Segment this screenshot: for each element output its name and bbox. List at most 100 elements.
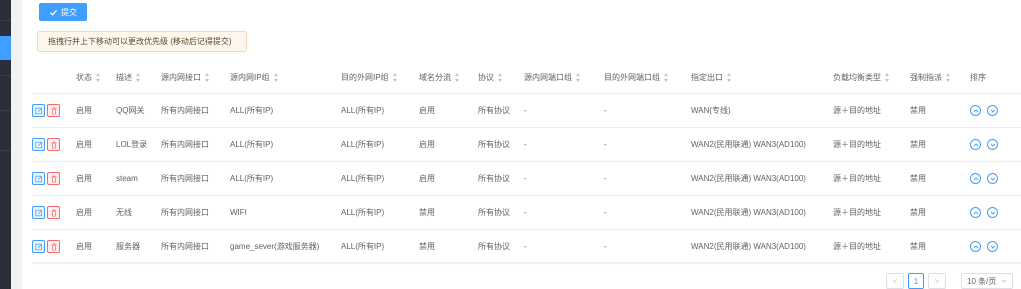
sort-icon[interactable] [946,72,951,82]
table-row[interactable]: 启用 steam 所有内网接口 ALL(所有IP) ALL(所有IP) 启用 所… [32,161,1021,196]
header-src-iface[interactable]: 源内网接口 [161,61,230,94]
edit-button[interactable] [32,172,45,185]
submit-button[interactable]: 提交 [39,3,87,21]
header-desc[interactable]: 描述 [116,61,161,94]
header-label: 强制指派 [910,72,942,82]
cell-src-ip: ALL(所有IP) [230,93,341,128]
prev-page-button[interactable]: < [886,273,904,289]
header-label: 源内网端口组 [524,72,572,82]
header-dst-port[interactable]: 目的外网端口组 [604,61,691,94]
cell-protocol: 所有协议 [478,229,524,264]
sort-icon[interactable] [136,72,141,82]
arrow-up-icon [973,210,978,214]
table-row[interactable]: 启用 QQ网关 所有内网接口 ALL(所有IP) ALL(所有IP) 启用 所有… [32,93,1021,128]
delete-button[interactable] [47,240,60,253]
arrow-up-icon [973,176,978,180]
sort-icon[interactable] [392,72,398,82]
cell-desc: LOL登录 [116,127,161,162]
sidebar-divider [0,110,11,111]
delete-button[interactable] [47,104,60,117]
header-dst-ip[interactable]: 目的外网IP组 [341,61,419,94]
sort-icon[interactable] [498,72,503,82]
cell-status: 启用 [76,195,116,230]
table-row[interactable]: 启用 无线 所有内网接口 WIFI ALL(所有IP) 禁用 所有协议 - - … [32,195,1021,230]
header-status[interactable]: 状态 [76,61,116,94]
sort-icon[interactable] [885,72,890,82]
edit-button[interactable] [32,104,45,117]
cell-desc: 无线 [116,195,161,230]
cell-dst-port: - [604,229,691,264]
move-up-button[interactable] [970,241,981,252]
cell-dst-ip: ALL(所有IP) [341,229,419,264]
cell-dst-ip: ALL(所有IP) [341,195,419,230]
edit-button[interactable] [32,138,45,151]
sort-icon[interactable] [664,72,669,82]
cell-force: 禁用 [910,229,970,264]
move-down-button[interactable] [987,207,998,218]
move-down-button[interactable] [987,241,998,252]
move-up-button[interactable] [970,207,981,218]
cell-src-port: - [524,93,604,128]
sort-icon[interactable] [576,72,581,82]
sort-icon[interactable] [205,72,210,82]
arrow-down-icon [990,211,995,215]
cell-status: 启用 [76,161,116,196]
move-up-button[interactable] [970,105,981,116]
sort-icon[interactable] [727,72,732,82]
row-order [970,127,1021,162]
arrow-down-icon [990,177,995,181]
header-src-port[interactable]: 源内网端口组 [524,61,604,94]
delete-button[interactable] [47,172,60,185]
header-lb[interactable]: 负载均衡类型 [833,61,910,94]
cell-desc: QQ网关 [116,93,161,128]
header-label: 描述 [116,72,132,82]
cell-egress: WAN2(民用联通) WAN3(AD100) [691,195,833,230]
cell-status: 启用 [76,127,116,162]
table-bottom-shadow [32,262,1021,265]
header-protocol[interactable]: 协议 [478,61,524,94]
cell-dst-port: - [604,93,691,128]
pagination: < 1 > [886,273,946,289]
delete-button[interactable] [47,206,60,219]
delete-button[interactable] [47,138,60,151]
cell-protocol: 所有协议 [478,195,524,230]
cell-egress: WAN(专线) [691,93,833,128]
sort-icon[interactable] [96,72,101,82]
sort-icon[interactable] [273,72,279,82]
header-label: 排序 [970,72,986,82]
next-page-button[interactable]: > [928,273,946,289]
cell-domain: 启用 [419,93,478,128]
table-row[interactable]: 启用 服务器 所有内网接口 game_sever(游戏服务器) ALL(所有IP… [32,229,1021,264]
header-domain[interactable]: 域名分流 [419,61,478,94]
move-down-button[interactable] [987,139,998,150]
edit-button[interactable] [32,206,45,219]
sort-icon[interactable] [455,72,460,82]
edit-button[interactable] [32,240,45,253]
trash-icon [51,107,56,115]
cell-src-iface: 所有内网接口 [161,161,230,196]
header-force[interactable]: 强制指派 [910,61,970,94]
header-egress[interactable]: 指定出口 [691,61,833,94]
move-up-button[interactable] [970,173,981,184]
move-up-button[interactable] [970,139,981,150]
sidebar-active-item[interactable] [0,36,11,60]
cell-lb: 源＋目的地址 [833,229,910,264]
page-number-current[interactable]: 1 [908,273,924,289]
sidebar-divider [0,150,11,151]
move-down-button[interactable] [987,173,998,184]
table-header-row: 状态 描述 源内网接口 源内网IP组 目的外网IP组 域名分流 协议 源内网端口… [32,61,1021,94]
row-order [970,161,1021,196]
cell-protocol: 所有协议 [478,93,524,128]
cell-status: 启用 [76,93,116,128]
main-panel: 提交 拖拽行并上下移动可以更改优先级 (移动后记得提交) 状态 描述 源内网接口… [22,0,1021,289]
page-size-select[interactable]: 10 条/页 [961,273,1013,289]
header-src-ip[interactable]: 源内网IP组 [230,61,341,94]
cell-dst-ip: ALL(所有IP) [341,161,419,196]
table-row[interactable]: 启用 LOL登录 所有内网接口 ALL(所有IP) ALL(所有IP) 启用 所… [32,127,1021,162]
sidebar-divider [0,75,11,76]
cell-lb: 源＋目的地址 [833,93,910,128]
move-down-button[interactable] [987,105,998,116]
arrow-down-icon [990,143,995,147]
header-order: 排序 [970,61,1021,94]
cell-desc: steam [116,161,161,196]
